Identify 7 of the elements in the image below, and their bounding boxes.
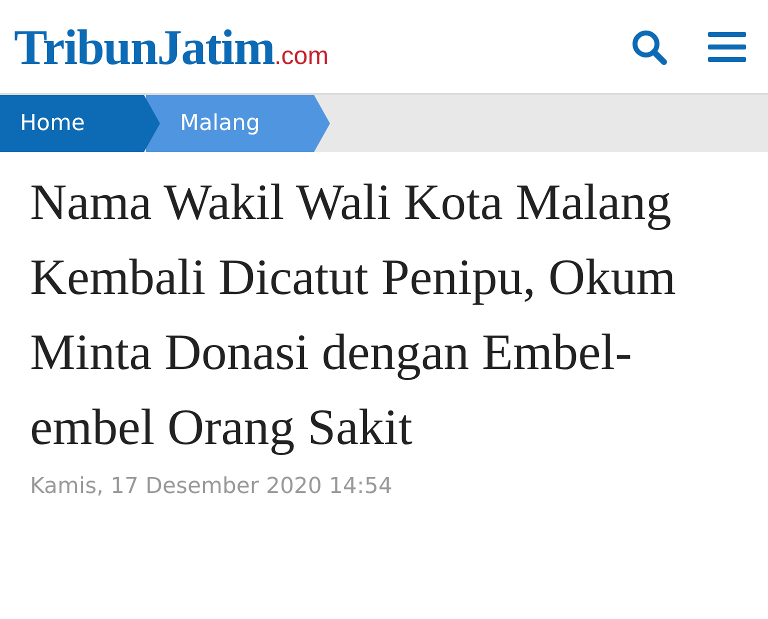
publish-date: Kamis, 17 Desember 2020 14:54	[30, 474, 394, 499]
search-icon[interactable]	[630, 28, 670, 66]
breadcrumb-link[interactable]: Home	[0, 95, 160, 152]
site-logo[interactable]: TribunJatim.com	[14, 22, 329, 72]
article-title: Nama Wakil Wali Kota Malang Kembali Dicatut Penipu, Okum Minta Donasi dengan Embel-embel Orang Sakit	[30, 174, 677, 458]
breadcrumb-link[interactable]: Malang	[146, 95, 330, 152]
menu-icon[interactable]	[708, 30, 746, 62]
